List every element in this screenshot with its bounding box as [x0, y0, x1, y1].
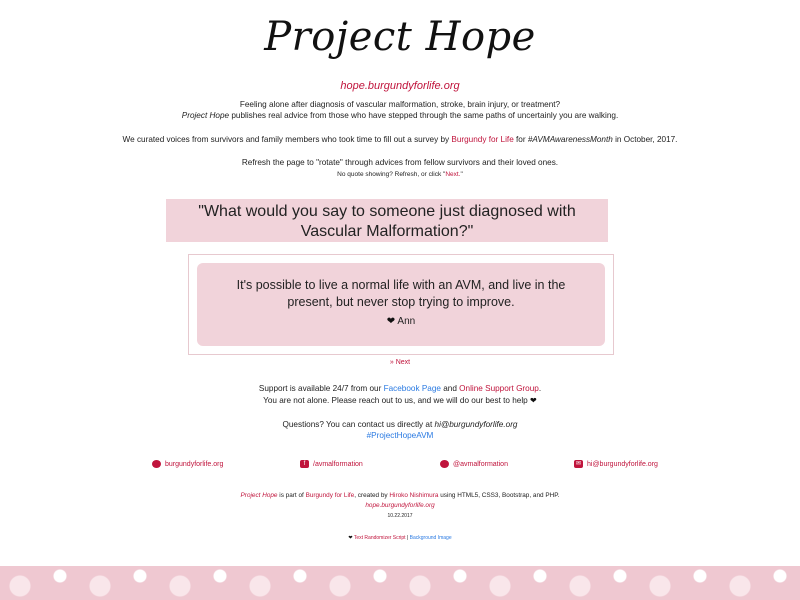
footer-author-link[interactable]: Hiroko Nishimura	[389, 492, 438, 499]
quote-text: It's possible to live a normal life with…	[236, 278, 566, 309]
next-inline-link[interactable]: Next.	[445, 171, 460, 178]
intro-line-2-text: publishes real advice from those who hav…	[229, 111, 619, 120]
social-email-label: hi@burgundyforlife.org	[587, 460, 658, 468]
intro-line-1: Feeling alone after diagnosis of vascula…	[239, 100, 561, 109]
contact-line: Questions? You can contact us directly a…	[0, 419, 800, 430]
quote-box: It's possible to live a normal life with…	[197, 263, 605, 346]
mail-icon: ✉	[574, 460, 583, 468]
footer-text-c: using HTML5, CSS3, Bootstrap, and PHP.	[438, 492, 560, 499]
support-line-1: Support is available 24/7 from our Faceb…	[0, 383, 800, 394]
footer-line-1: Project Hope is part of Burgundy for Lif…	[0, 491, 800, 500]
background-image-link[interactable]: Background Image	[410, 535, 452, 541]
support-text-c: .	[538, 384, 542, 393]
footer-bfl-link[interactable]: Burgundy for Life	[306, 492, 355, 499]
footer-project-name: Project Hope	[240, 492, 278, 499]
site-url-link[interactable]: hope.burgundyforlife.org	[0, 80, 800, 92]
heart-icon: ❤	[530, 396, 537, 405]
globe-icon	[152, 460, 161, 468]
text-randomizer-link[interactable]: Text Randomizer Script	[354, 535, 406, 541]
footer-line-2: hope.burgundyforlife.org	[0, 501, 800, 510]
question-box: "What would you say to someone just diag…	[166, 199, 608, 242]
intro-line-3-c: in October, 2017.	[612, 135, 678, 144]
intro-line-3: We curated voices from survivors and fam…	[0, 134, 800, 145]
support-line-2-text: You are not alone. Please reach out to u…	[263, 396, 530, 405]
credits-line: ❤ Text Randomizer Script | Background Im…	[0, 534, 800, 543]
footer-site-link[interactable]: hope.burgundyforlife.org	[365, 502, 434, 509]
hashtag-em: #AVMAwarenessMonth	[527, 135, 613, 144]
online-support-group-link[interactable]: Online Support Group	[459, 384, 539, 393]
twitter-icon	[440, 460, 449, 468]
intro-line-5: No quote showing? Refresh, or click "Nex…	[0, 169, 800, 180]
intro-line-4: Refresh the page to "rotate" through adv…	[241, 158, 559, 167]
next-button[interactable]: » Next	[0, 359, 800, 366]
social-facebook[interactable]: f /avmalformation	[300, 460, 363, 468]
social-website-label: burgundyforlife.org	[165, 460, 224, 468]
social-facebook-label: /avmalformation	[313, 460, 363, 468]
social-twitter[interactable]: @avmalformation	[440, 460, 508, 468]
quote-author-line: ❤ Ann	[197, 313, 605, 330]
intro-line-2: Project Hope publishes real advice from …	[0, 110, 800, 121]
support-text-b: and	[440, 384, 460, 393]
social-twitter-label: @avmalformation	[453, 460, 508, 468]
decorative-pattern-band	[0, 566, 800, 600]
contact-email[interactable]: hi@burgundyforlife.org	[435, 420, 518, 429]
facebook-page-link[interactable]: Facebook Page	[384, 384, 441, 393]
footer-text-a: is part of	[277, 492, 306, 499]
footer-date: 10.22.2017	[387, 513, 413, 519]
hashtag-line: #ProjectHopeAVM	[0, 430, 800, 441]
facebook-icon: f	[300, 460, 309, 468]
quote-author: Ann	[397, 316, 416, 327]
contact-text: Questions? You can contact us directly a…	[282, 420, 435, 429]
intro-line-5-b: "	[460, 171, 463, 178]
page-title: Project Hope	[264, 14, 536, 60]
intro-line-5-a: No quote showing? Refresh, or click "	[337, 171, 446, 178]
social-website[interactable]: burgundyforlife.org	[152, 460, 223, 468]
quote-frame: It's possible to live a normal life with…	[188, 254, 614, 355]
burgundy-for-life-link[interactable]: Burgundy for Life	[451, 135, 513, 144]
heart-icon: ❤	[386, 316, 396, 327]
footer-text-b: , created by	[354, 492, 390, 499]
project-name-em: Project Hope	[181, 111, 230, 120]
support-text-a: Support is available 24/7 from our	[258, 384, 384, 393]
intro-line-3-b: for	[513, 135, 528, 144]
support-line-2: You are not alone. Please reach out to u…	[0, 395, 800, 406]
intro-line-3-a: We curated voices from survivors and fam…	[122, 135, 452, 144]
hashtag-link[interactable]: #ProjectHopeAVM	[367, 431, 434, 440]
heart-icon: ❤	[348, 535, 353, 541]
social-email[interactable]: ✉ hi@burgundyforlife.org	[574, 460, 658, 468]
